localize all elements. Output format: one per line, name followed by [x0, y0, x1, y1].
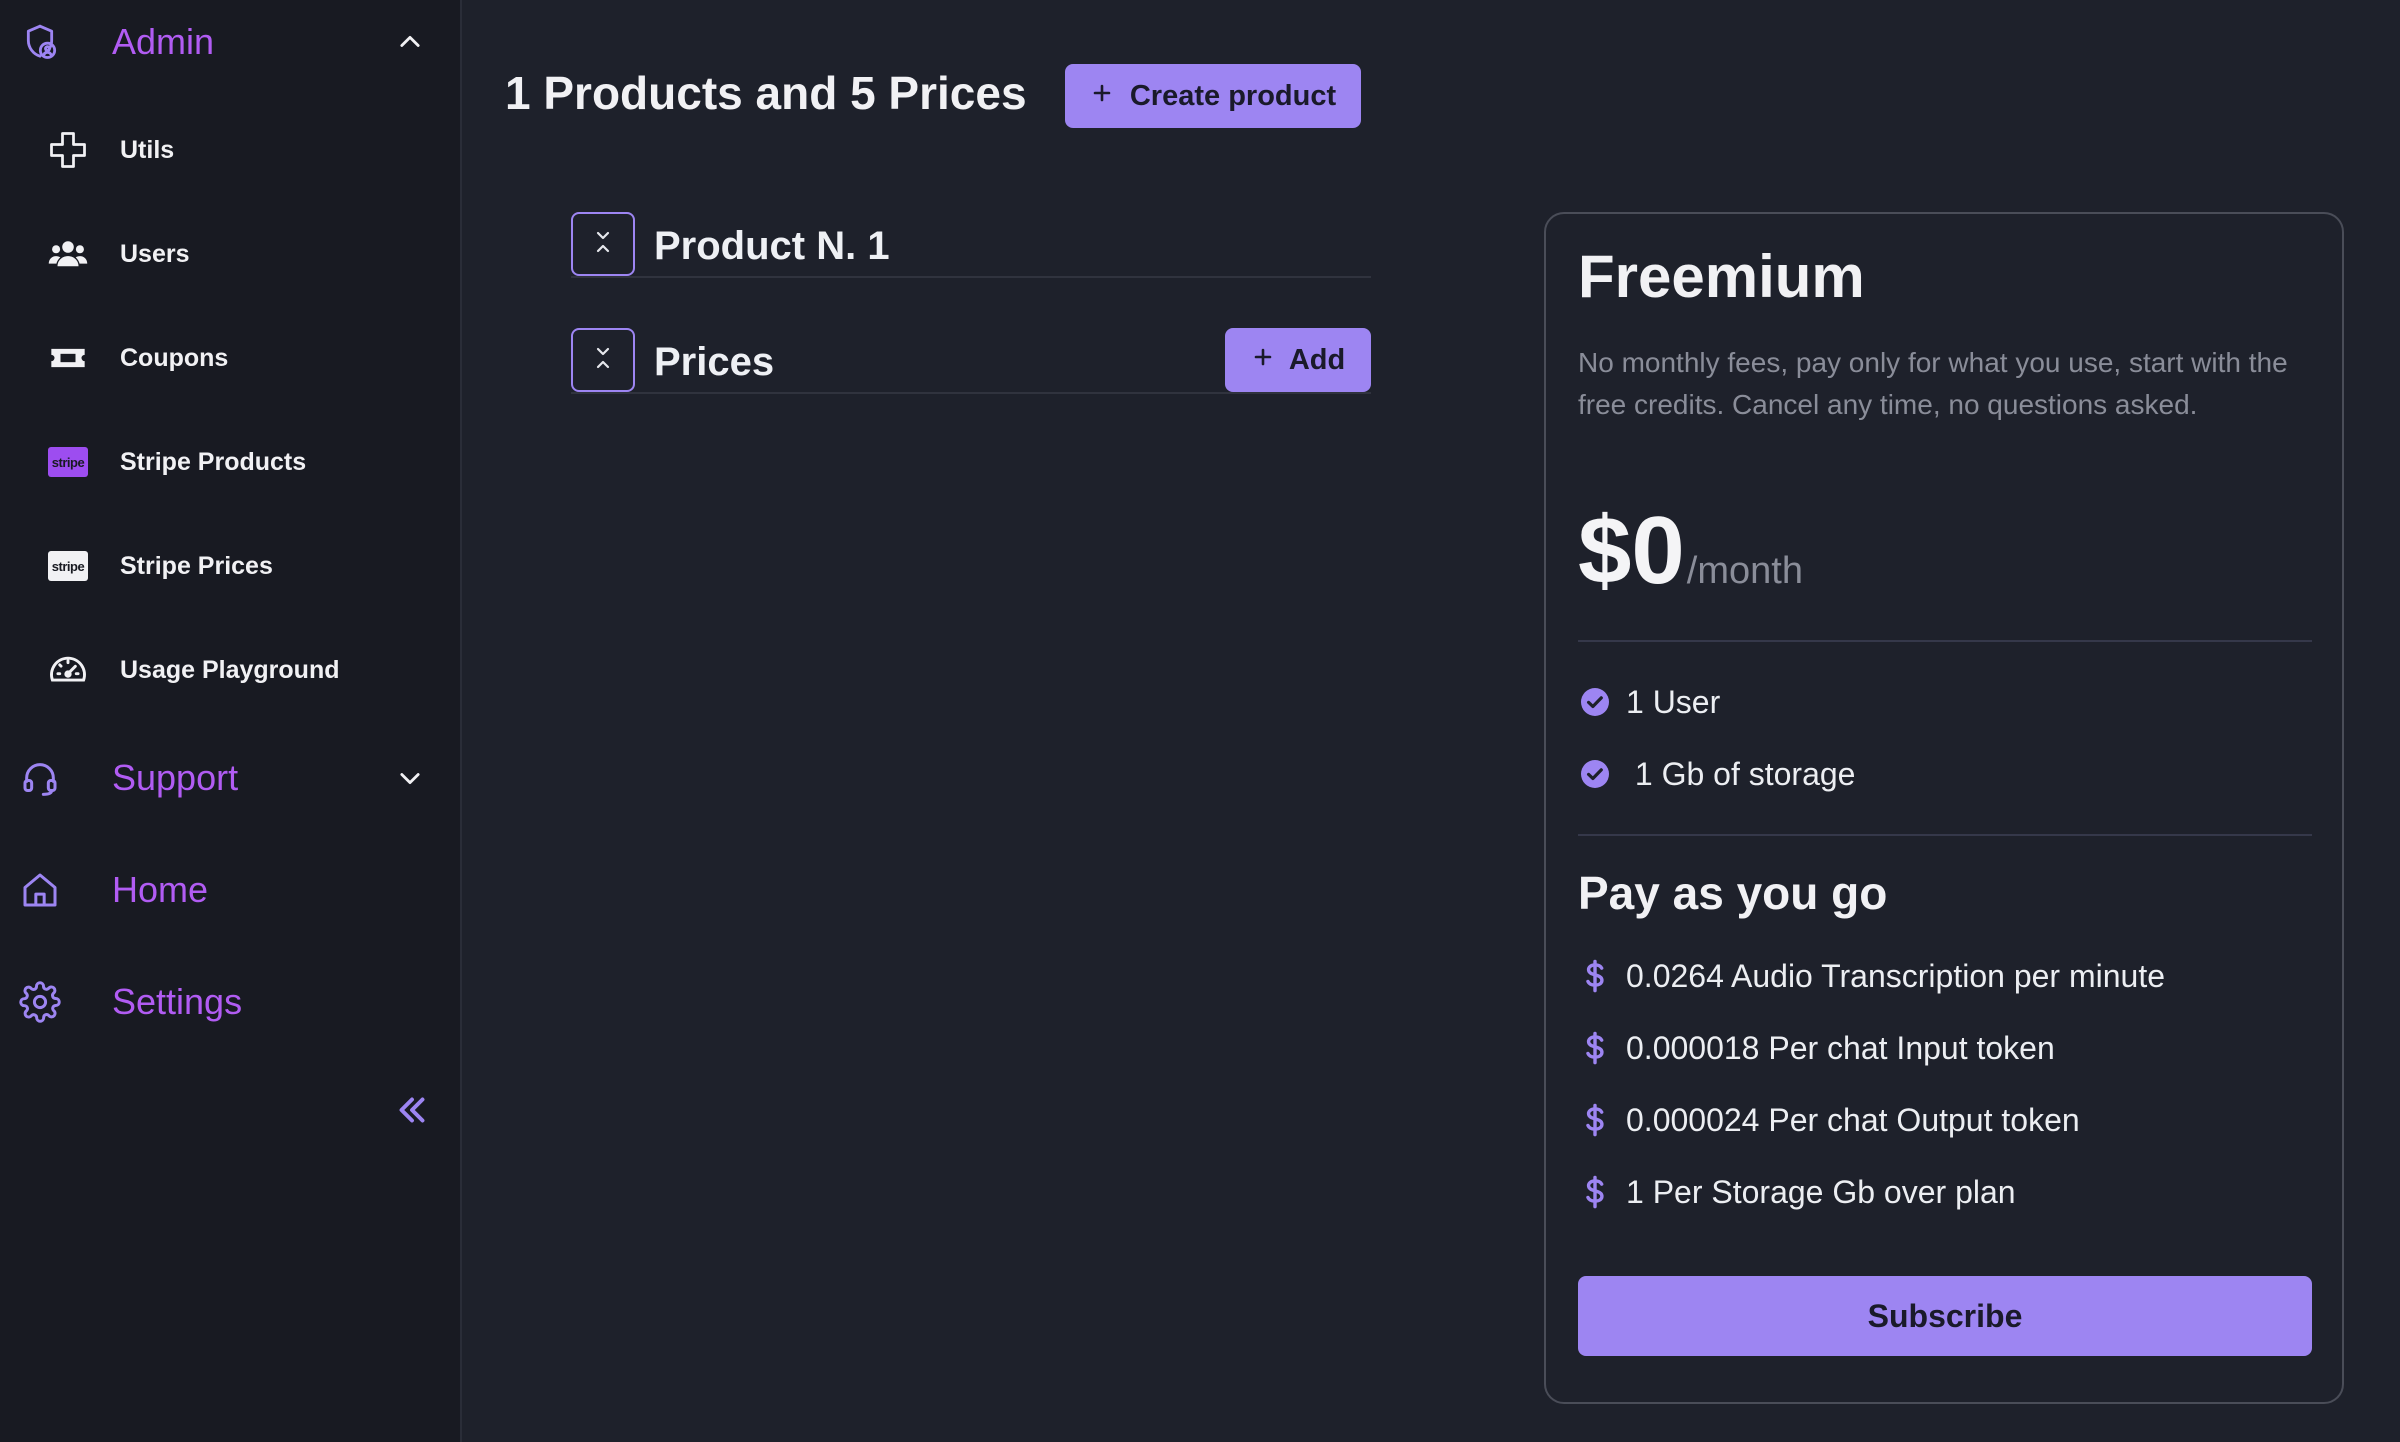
headset-icon: [18, 756, 62, 800]
home-icon: [18, 868, 62, 912]
shield-user-icon: [18, 20, 62, 64]
sidebar-item-coupons-label: Coupons: [120, 343, 229, 372]
payg-item: 0.0264 Audio Transcription per minute: [1578, 956, 2165, 996]
sidebar: Admin Utils Users Coupons stripe Stripe …: [0, 0, 462, 1442]
stripe-logo-icon: stripe: [44, 438, 92, 486]
sidebar-item-stripe-products-label: Stripe Products: [120, 447, 307, 476]
sidebar-item-users-label: Users: [120, 239, 190, 268]
gear-icon: [18, 980, 62, 1024]
plan-feature-text: 1 User: [1626, 683, 1721, 720]
sidebar-item-utils[interactable]: Utils: [0, 115, 462, 185]
payg-item: 1 Per Storage Gb over plan: [1578, 1172, 2016, 1212]
plan-price-period: /month: [1686, 550, 1803, 592]
collapse-sidebar-button[interactable]: [390, 1090, 434, 1134]
chevron-down-icon[interactable]: [390, 758, 430, 798]
sidebar-section-support[interactable]: Support: [0, 743, 462, 813]
pay-as-you-go-title: Pay as you go: [1578, 867, 1888, 919]
payg-item: 0.000024 Per chat Output token: [1578, 1100, 2080, 1140]
stripe-badge-text: stripe: [48, 551, 88, 581]
plan-feature: 1 User: [1578, 682, 1720, 722]
sidebar-section-support-label: Support: [112, 757, 239, 798]
sidebar-item-home[interactable]: Home: [0, 855, 462, 925]
gauge-icon: [44, 646, 92, 694]
dollar-icon: [1578, 1103, 1612, 1137]
puzzle-icon: [44, 126, 92, 174]
plus-icon: [1090, 80, 1114, 113]
add-price-button[interactable]: Add: [1225, 328, 1371, 392]
create-product-button[interactable]: Create product: [1065, 64, 1361, 128]
ticket-icon: [44, 334, 92, 382]
subscribe-button[interactable]: Subscribe: [1578, 1276, 2312, 1356]
prices-expand-toggle[interactable]: [571, 328, 635, 392]
product-title: Product N. 1: [654, 224, 890, 268]
plan-feature-text: 1 Gb of storage: [1626, 755, 1856, 792]
sidebar-item-settings-label: Settings: [112, 981, 243, 1022]
payg-item-text: 0.000024 Per chat Output token: [1626, 1101, 2080, 1138]
check-circle-icon: [1578, 685, 1612, 719]
sidebar-item-stripe-prices-label: Stripe Prices: [120, 551, 273, 580]
pricing-plan-card: Freemium No monthly fees, pay only for w…: [1544, 212, 2344, 1404]
plus-icon: [1251, 344, 1275, 377]
dollar-icon: [1578, 1175, 1612, 1209]
stripe-logo-icon: stripe: [44, 542, 92, 590]
add-price-label: Add: [1288, 343, 1346, 376]
sidebar-item-stripe-products[interactable]: stripe Stripe Products: [0, 427, 462, 497]
check-circle-icon: [1578, 757, 1612, 791]
double-chevron-left-icon: [394, 1092, 430, 1133]
product-accordion: Product N. 1: [571, 212, 1371, 278]
expand-collapse-icon: [591, 227, 615, 262]
sidebar-item-stripe-prices[interactable]: stripe Stripe Prices: [0, 531, 462, 601]
sidebar-item-utils-label: Utils: [120, 135, 175, 164]
payg-item-text: 0.0264 Audio Transcription per minute: [1626, 957, 2165, 994]
chevron-up-icon[interactable]: [390, 22, 430, 62]
create-product-label: Create product: [1129, 79, 1337, 112]
sidebar-item-settings[interactable]: Settings: [0, 967, 462, 1037]
payg-item-text: 0.000018 Per chat Input token: [1626, 1029, 2055, 1066]
sidebar-item-usage-playground[interactable]: Usage Playground: [0, 635, 462, 705]
plan-feature: 1 Gb of storage: [1578, 754, 1855, 794]
payg-item: 0.000018 Per chat Input token: [1578, 1028, 2055, 1068]
sidebar-item-usage-playground-label: Usage Playground: [120, 655, 340, 684]
plan-price: $0 /month: [1578, 496, 1803, 606]
sidebar-item-coupons[interactable]: Coupons: [0, 323, 462, 393]
sidebar-section-admin[interactable]: Admin: [0, 7, 462, 77]
prices-accordion: Prices Add: [571, 328, 1371, 394]
prices-title: Prices: [654, 340, 775, 384]
dollar-icon: [1578, 1031, 1612, 1065]
stripe-badge-text: stripe: [48, 447, 88, 477]
plan-description: No monthly fees, pay only for what you u…: [1578, 347, 2288, 420]
users-icon: [44, 230, 92, 278]
page-title: 1 Products and 5 Prices: [505, 67, 1027, 119]
plan-price-amount: $0: [1578, 497, 1685, 604]
payg-item-text: 1 Per Storage Gb over plan: [1626, 1173, 2016, 1210]
plan-name: Freemium: [1578, 243, 1865, 310]
sidebar-item-home-label: Home: [112, 869, 209, 910]
divider: [1578, 834, 2312, 836]
sidebar-item-users[interactable]: Users: [0, 219, 462, 289]
expand-collapse-icon: [591, 343, 615, 378]
dollar-icon: [1578, 959, 1612, 993]
sidebar-section-admin-label: Admin: [112, 21, 215, 62]
divider: [1578, 640, 2312, 642]
product-expand-toggle[interactable]: [571, 212, 635, 276]
